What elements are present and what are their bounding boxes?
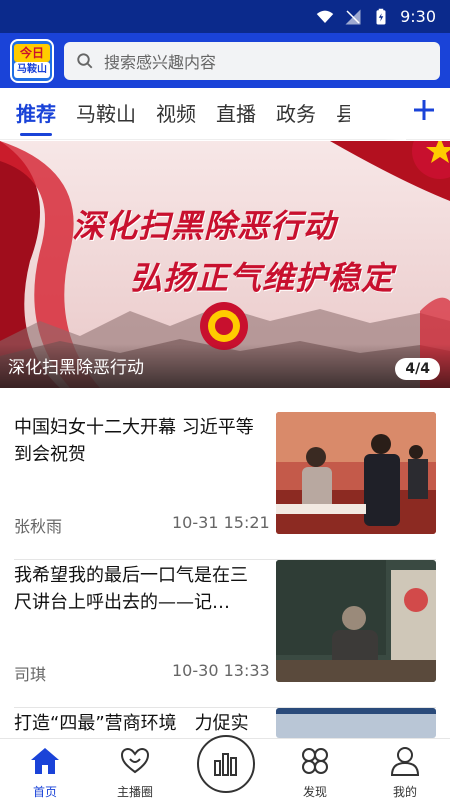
center-action-button[interactable] — [197, 735, 255, 793]
banner-headline-2: 弘扬正气维护稳定 — [130, 259, 395, 297]
tab-video[interactable]: 视频 — [156, 88, 196, 140]
tab-county[interactable]: 县 — [336, 88, 350, 140]
news-thumbnail — [276, 560, 436, 682]
hearts-icon — [120, 747, 150, 774]
signal-icon — [345, 9, 361, 24]
search-icon — [77, 52, 93, 68]
status-bar: 9:30 — [0, 0, 450, 33]
tab-live[interactable]: 直播 — [216, 88, 256, 140]
app-logo[interactable]: 今日 马鞍山 — [10, 38, 54, 83]
nav-label: 我的 — [392, 785, 417, 799]
banner-carousel[interactable]: 深化扫黑除恶行动 弘扬正气维护稳定 深化扫黑除恶行动 4/4 — [0, 141, 450, 388]
status-time: 9:30 — [400, 7, 436, 26]
add-channel-icon[interactable] — [412, 98, 436, 122]
news-item[interactable]: 打造“四最”营商环境 力促实体经济发展 — [0, 708, 450, 738]
discover-icon — [302, 748, 328, 774]
user-icon — [390, 747, 420, 776]
logo-top-text: 今日 — [14, 43, 50, 62]
news-time: 10-31 15:21 — [172, 513, 270, 532]
nav-profile[interactable]: 我的 — [370, 739, 440, 800]
wifi-icon — [316, 10, 334, 23]
banner-caption: 深化扫黑除恶行动 — [8, 358, 144, 378]
banner-pager: 4/4 — [395, 358, 440, 380]
home-icon — [31, 748, 59, 774]
logo-bottom-text: 马鞍山 — [14, 61, 50, 78]
app-header: 今日 马鞍山 搜索感兴趣内容 — [0, 33, 450, 88]
banner-headline-1: 深化扫黑除恶行动 — [72, 207, 337, 245]
nav-home[interactable]: 首页 — [10, 739, 80, 800]
news-thumbnail — [276, 708, 436, 738]
channel-tabs: 推荐 马鞍山 视频 直播 政务 县 — [0, 88, 450, 140]
search-placeholder: 搜索感兴趣内容 — [104, 52, 217, 72]
battery-icon — [376, 8, 386, 24]
search-input[interactable]: 搜索感兴趣内容 — [64, 41, 440, 80]
news-item[interactable]: 我希望我的最后一口气是在三尺讲台上呼出去的——记… 司琪 10-30 13:33 — [0, 560, 450, 708]
nav-discover[interactable]: 发现 — [280, 739, 350, 800]
bars-icon — [214, 753, 237, 776]
news-item[interactable]: 中国妇女十二大开幕 习近平等到会祝贺 张秋雨 10-31 15:21 — [0, 412, 450, 560]
news-title: 中国妇女十二大开幕 习近平等到会祝贺 — [14, 417, 254, 465]
nav-label: 首页 — [32, 785, 57, 799]
tab-recommend[interactable]: 推荐 — [16, 88, 56, 140]
nav-anchor-circle[interactable]: 主播圈 — [100, 739, 170, 800]
tab-maanshan[interactable]: 马鞍山 — [76, 88, 136, 140]
news-time: 10-30 13:33 — [172, 661, 270, 680]
news-title: 打造“四最”营商环境 力促实体经济发展 — [14, 713, 249, 734]
nav-label: 发现 — [302, 785, 327, 799]
nav-label: 主播圈 — [116, 785, 153, 799]
tab-government[interactable]: 政务 — [276, 88, 316, 140]
news-thumbnail — [276, 412, 436, 534]
news-source: 张秋雨 — [14, 517, 63, 536]
news-title: 我希望我的最后一口气是在三尺讲台上呼出去的——记… — [14, 565, 248, 613]
news-source: 司琪 — [14, 665, 47, 684]
